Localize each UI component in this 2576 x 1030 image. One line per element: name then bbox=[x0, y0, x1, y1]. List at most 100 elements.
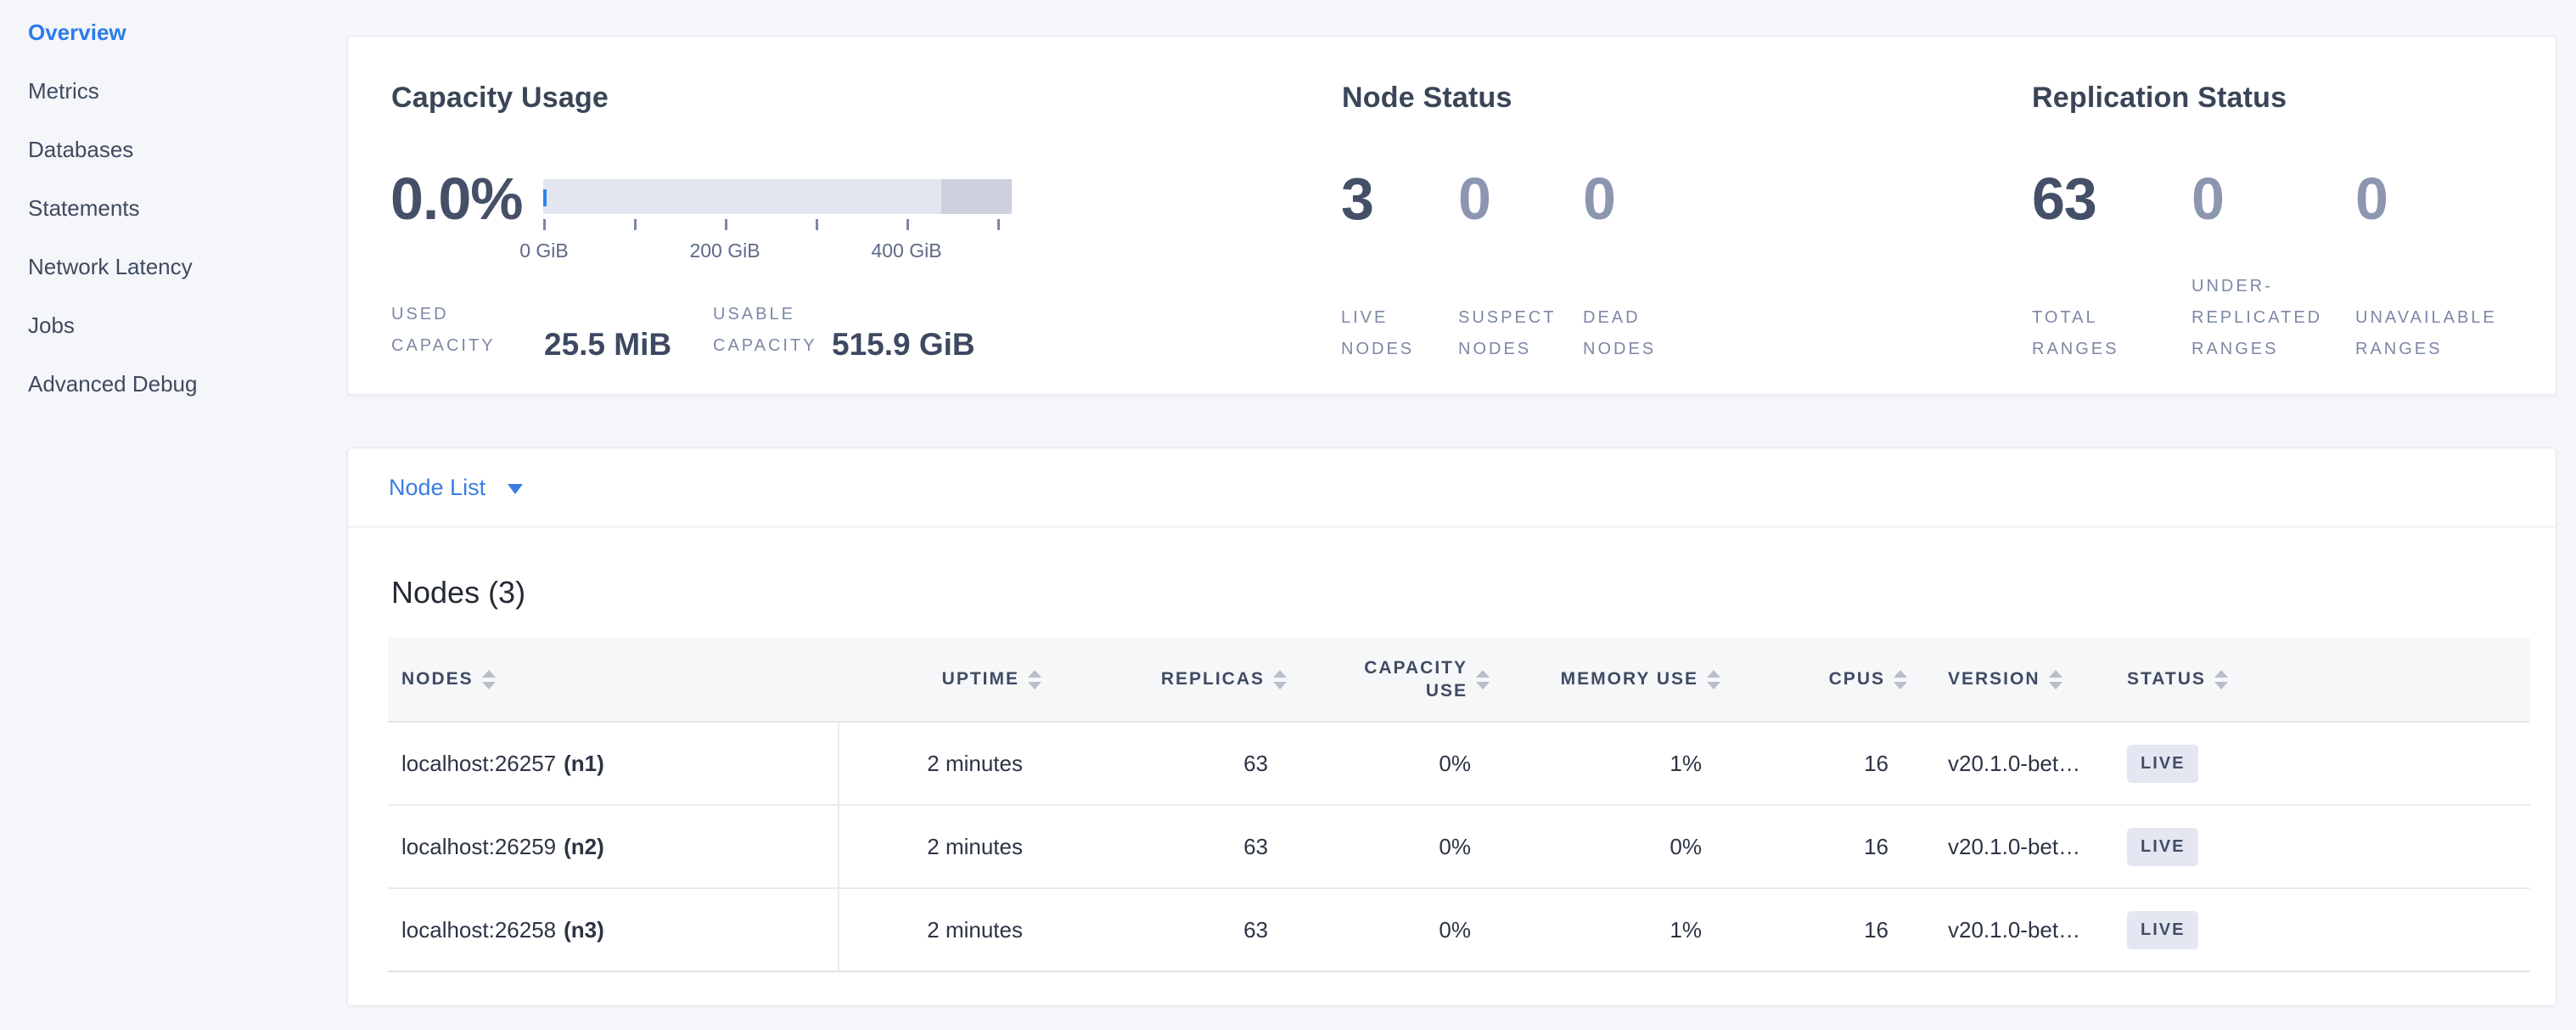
chevron-down-icon bbox=[508, 484, 523, 494]
stat-live-nodes: 3 LIVE NODES bbox=[1341, 169, 1414, 365]
under-replicated-value: 0 bbox=[2192, 169, 2322, 228]
column-header-version[interactable]: VERSION bbox=[1919, 638, 2106, 721]
sidebar-item-overview[interactable]: Overview bbox=[0, 3, 347, 62]
node-address-cell: localhost:26259(n2) bbox=[388, 806, 839, 887]
axis-tick-label: 400 GiB bbox=[839, 239, 974, 262]
capacity-use-cell: 0% bbox=[1299, 806, 1501, 887]
status-cell: LIVE bbox=[2106, 806, 2530, 887]
usable-capacity-label: USABLE CAPACITY bbox=[713, 299, 817, 362]
status-cell: LIVE bbox=[2106, 723, 2530, 804]
used-capacity-value: 25.5 MiB bbox=[544, 329, 671, 360]
axis-tick bbox=[543, 219, 546, 230]
live-nodes-value: 3 bbox=[1341, 169, 1414, 228]
sort-icon bbox=[1894, 670, 1907, 689]
axis-tick bbox=[634, 219, 637, 230]
stat-dead-nodes: 0 DEAD NODES bbox=[1583, 169, 1656, 365]
version-cell: v20.1.0-bet… bbox=[1919, 889, 2106, 971]
total-ranges-value: 63 bbox=[2032, 169, 2119, 228]
axis-tick bbox=[816, 219, 818, 230]
memory-use-cell: 0% bbox=[1501, 806, 1732, 887]
memory-use-cell: 1% bbox=[1501, 889, 1732, 971]
suspect-nodes-value: 0 bbox=[1458, 169, 1556, 228]
replicas-cell: 63 bbox=[1053, 806, 1299, 887]
node-list-dropdown[interactable]: Node List bbox=[348, 448, 2556, 527]
sidebar-item-databases[interactable]: Databases bbox=[0, 121, 347, 179]
used-capacity-label: USED CAPACITY bbox=[391, 299, 496, 362]
stat-unavailable-ranges: 0 UNAVAILABLE RANGES bbox=[2355, 169, 2497, 365]
status-cell: LIVE bbox=[2106, 889, 2530, 971]
uptime-cell: 2 minutes bbox=[839, 723, 1053, 804]
replicas-cell: 63 bbox=[1053, 889, 1299, 971]
status-badge: LIVE bbox=[2127, 911, 2198, 949]
stat-total-ranges: 63 TOTAL RANGES bbox=[2032, 169, 2119, 365]
replication-status-title: Replication Status bbox=[2032, 82, 2287, 115]
uptime-cell: 2 minutes bbox=[839, 806, 1053, 887]
capacity-use-cell: 0% bbox=[1299, 889, 1501, 971]
capacity-gauge-other-segment bbox=[941, 179, 1012, 214]
axis-tick-label: 200 GiB bbox=[657, 239, 793, 262]
column-header-status[interactable]: STATUS bbox=[2106, 638, 2530, 721]
unavailable-ranges-value: 0 bbox=[2355, 169, 2497, 228]
sort-icon bbox=[1273, 670, 1287, 689]
table-row-node-3[interactable]: localhost:26258(n3) 2 minutes 63 0% 1% 1… bbox=[388, 889, 2530, 972]
stat-under-replicated-ranges: 0 UNDER- REPLICATED RANGES bbox=[2192, 169, 2322, 365]
capacity-used-percent: 0.0% bbox=[390, 169, 523, 228]
nodes-table-header: NODES UPTIME REPLICAS CAPACITY USE MEMOR… bbox=[388, 638, 2530, 723]
column-header-nodes[interactable]: NODES bbox=[388, 638, 839, 721]
nodes-table: NODES UPTIME REPLICAS CAPACITY USE MEMOR… bbox=[388, 638, 2530, 972]
column-header-memory-use[interactable]: MEMORY USE bbox=[1501, 638, 1732, 721]
uptime-cell: 2 minutes bbox=[839, 889, 1053, 971]
status-badge: LIVE bbox=[2127, 828, 2198, 866]
cpus-cell: 16 bbox=[1732, 723, 1919, 804]
sort-icon bbox=[2214, 670, 2228, 689]
capacity-gauge-usable-segment bbox=[543, 179, 941, 214]
capacity-gauge-used-marker bbox=[543, 189, 547, 206]
unavailable-ranges-label: UNAVAILABLE RANGES bbox=[2355, 302, 2497, 365]
cpus-cell: 16 bbox=[1732, 806, 1919, 887]
axis-tick bbox=[997, 219, 1000, 230]
sidebar: Overview Metrics Databases Statements Ne… bbox=[0, 0, 347, 1030]
sidebar-item-advanced-debug[interactable]: Advanced Debug bbox=[0, 355, 347, 414]
sidebar-item-network-latency[interactable]: Network Latency bbox=[0, 238, 347, 296]
column-header-replicas[interactable]: REPLICAS bbox=[1053, 638, 1299, 721]
axis-tick-label: 0 GiB bbox=[476, 239, 612, 262]
sort-icon bbox=[1028, 670, 1041, 689]
table-row-node-1[interactable]: localhost:26257(n1) 2 minutes 63 0% 1% 1… bbox=[388, 723, 2530, 806]
dead-nodes-value: 0 bbox=[1583, 169, 1656, 228]
version-cell: v20.1.0-bet… bbox=[1919, 723, 2106, 804]
version-cell: v20.1.0-bet… bbox=[1919, 806, 2106, 887]
sort-icon bbox=[1476, 670, 1490, 689]
status-badge: LIVE bbox=[2127, 745, 2198, 783]
node-list-card: Node List Nodes (3) NODES UPTIME REPLICA… bbox=[347, 447, 2556, 1006]
total-ranges-label: TOTAL RANGES bbox=[2032, 302, 2119, 365]
cpus-cell: 16 bbox=[1732, 889, 1919, 971]
node-address-cell: localhost:26258(n3) bbox=[388, 889, 839, 971]
node-address-cell: localhost:26257(n1) bbox=[388, 723, 839, 804]
sort-icon bbox=[1707, 670, 1720, 689]
under-replicated-label: UNDER- REPLICATED RANGES bbox=[2192, 271, 2322, 365]
capacity-use-cell: 0% bbox=[1299, 723, 1501, 804]
sort-icon bbox=[2049, 670, 2062, 689]
axis-tick bbox=[906, 219, 909, 230]
suspect-nodes-label: SUSPECT NODES bbox=[1458, 302, 1556, 365]
memory-use-cell: 1% bbox=[1501, 723, 1732, 804]
column-header-capacity-use[interactable]: CAPACITY USE bbox=[1299, 638, 1501, 721]
capacity-usage-title: Capacity Usage bbox=[391, 82, 609, 115]
nodes-table-title: Nodes (3) bbox=[391, 576, 525, 610]
axis-tick bbox=[725, 219, 727, 230]
sort-icon bbox=[482, 670, 496, 689]
usable-capacity-value: 515.9 GiB bbox=[832, 329, 975, 360]
sidebar-item-statements[interactable]: Statements bbox=[0, 179, 347, 238]
capacity-gauge bbox=[543, 179, 1012, 214]
node-list-dropdown-label: Node List bbox=[389, 475, 485, 501]
node-status-title: Node Status bbox=[1342, 82, 1512, 115]
sidebar-item-jobs[interactable]: Jobs bbox=[0, 296, 347, 355]
table-row-node-2[interactable]: localhost:26259(n2) 2 minutes 63 0% 0% 1… bbox=[388, 806, 2530, 889]
capacity-gauge-axis: 0 GiB 200 GiB 400 GiB bbox=[543, 219, 997, 230]
column-header-cpus[interactable]: CPUS bbox=[1732, 638, 1919, 721]
stat-suspect-nodes: 0 SUSPECT NODES bbox=[1458, 169, 1556, 365]
column-header-uptime[interactable]: UPTIME bbox=[839, 638, 1053, 721]
sidebar-item-metrics[interactable]: Metrics bbox=[0, 62, 347, 121]
live-nodes-label: LIVE NODES bbox=[1341, 302, 1414, 365]
cluster-summary-card: Capacity Usage 0.0% 0 GiB 200 GiB 400 Gi… bbox=[347, 36, 2556, 395]
